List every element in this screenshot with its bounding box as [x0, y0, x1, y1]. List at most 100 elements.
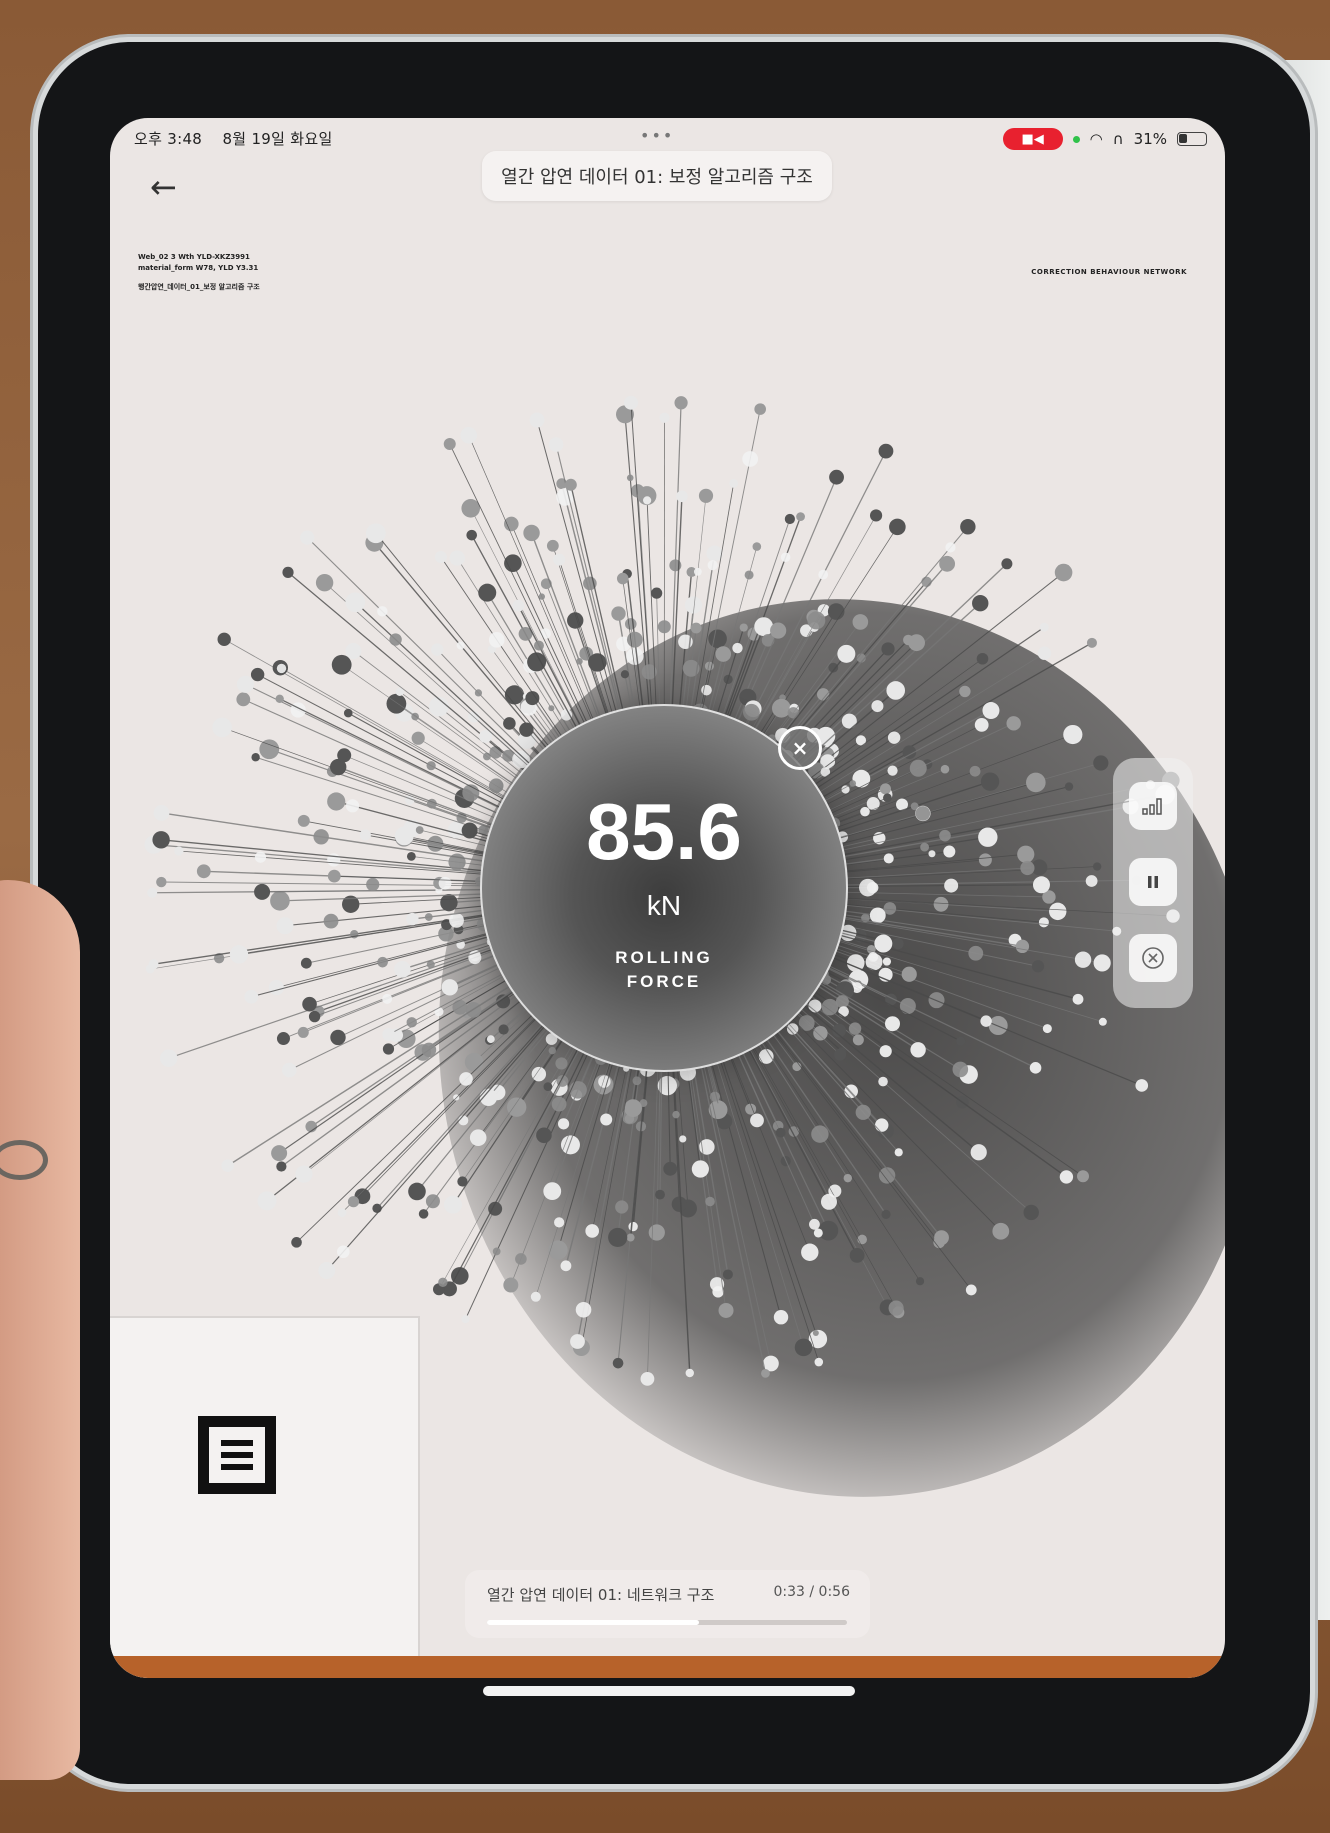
burst-node: [498, 1024, 509, 1035]
burst-node: [555, 1057, 568, 1070]
burst-node: [715, 646, 732, 662]
burst-node: [866, 797, 880, 811]
burst-node: [345, 592, 366, 613]
burst-node: [809, 1218, 820, 1230]
burst-node: [543, 1082, 553, 1092]
burst-node: [796, 512, 805, 522]
burst-node: [1023, 1204, 1039, 1221]
burst-node: [875, 1118, 889, 1132]
battery-percent: 31%: [1133, 130, 1167, 148]
burst-node: [1032, 876, 1050, 894]
burst-node: [474, 689, 483, 697]
progress-fill: [487, 1620, 700, 1625]
burst-node: [739, 623, 748, 632]
video-record-icon[interactable]: ■◀: [1002, 128, 1063, 150]
burst-node: [431, 643, 444, 656]
burst-node: [1020, 860, 1035, 876]
burst-node: [569, 1081, 587, 1099]
burst-node: [939, 829, 951, 842]
burst-node: [663, 1161, 678, 1176]
home-indicator[interactable]: [483, 1686, 855, 1696]
multitask-dots-icon[interactable]: •••: [640, 126, 674, 145]
burst-node: [330, 1029, 346, 1046]
burst-node: [1049, 902, 1067, 921]
burst-node: [940, 764, 950, 774]
burst-node: [852, 614, 869, 630]
burst-node: [244, 989, 259, 1004]
burst-node: [869, 907, 886, 924]
burst-node: [515, 1253, 527, 1265]
burst-node: [315, 573, 334, 592]
burst-node: [881, 642, 895, 656]
burst-node: [881, 1209, 891, 1220]
burst-node: [698, 488, 714, 503]
burst-node: [300, 957, 312, 969]
burst-node: [945, 542, 956, 553]
burst-node: [616, 572, 629, 585]
burst-node: [801, 1243, 819, 1261]
burst-node: [980, 772, 1000, 791]
doc-line: material_form W78, YLD Y3.31: [138, 264, 259, 272]
burst-node: [852, 1034, 864, 1046]
gauge-label: ROLLING FORCE: [482, 946, 846, 994]
status-time: 오후 3:48: [134, 130, 203, 148]
bar-chart-icon[interactable]: [1129, 782, 1177, 830]
burst-node: [820, 1193, 837, 1210]
burst-node: [564, 478, 577, 491]
burst-node: [449, 912, 464, 928]
burst-node: [857, 1234, 867, 1245]
media-player[interactable]: 열간 압연 데이터 01: 네트워크 구조 0:33 / 0:56: [465, 1570, 870, 1638]
burst-node: [718, 1302, 734, 1318]
burst-node: [878, 1076, 888, 1087]
burst-node: [691, 1160, 709, 1178]
progress-track[interactable]: [487, 1620, 847, 1625]
burst-node: [956, 1036, 966, 1046]
burst-node: [771, 698, 791, 718]
burst-node: [671, 1196, 688, 1212]
burst-node: [331, 654, 352, 675]
burst-node: [705, 1196, 715, 1207]
burst-node: [883, 902, 897, 915]
burst-node: [229, 945, 249, 964]
burst-node: [300, 530, 315, 545]
burst-node: [827, 603, 845, 620]
burst-node: [887, 765, 898, 776]
gauge-close-button[interactable]: ×: [778, 726, 822, 770]
burst-node: [295, 1165, 313, 1183]
side-control-panel: [1113, 758, 1193, 1008]
burst-node: [343, 708, 353, 718]
burst-node: [814, 1357, 824, 1367]
burst-node: [365, 523, 386, 544]
burst-node: [892, 938, 904, 950]
burst-node: [1037, 646, 1052, 660]
burst-node: [441, 979, 458, 996]
burst-node: [478, 583, 497, 602]
burst-node: [837, 644, 856, 663]
burst-node: [1042, 1024, 1052, 1034]
burst-node: [1098, 1017, 1107, 1026]
burst-node: [982, 702, 1000, 720]
burst-node: [323, 913, 339, 929]
burst-node: [879, 1045, 892, 1058]
burst-node: [1085, 875, 1098, 887]
burst-node: [461, 1315, 470, 1324]
burst-node: [489, 746, 502, 759]
burst-node: [883, 853, 894, 864]
burst-node: [910, 1042, 926, 1058]
burst-node: [443, 1195, 462, 1214]
arrow-left-icon[interactable]: ←: [150, 168, 177, 206]
burst-node: [531, 1066, 547, 1082]
burst-node: [626, 474, 634, 482]
burst-node: [297, 1026, 309, 1038]
burst-node: [560, 1260, 572, 1272]
burst-node: [523, 524, 540, 542]
burst-node: [486, 1035, 495, 1044]
burst-node: [359, 829, 371, 841]
pause-icon[interactable]: [1129, 858, 1177, 906]
burst-node: [576, 658, 583, 665]
burst-node: [236, 675, 255, 693]
burst-node: [148, 959, 159, 970]
doc-line: 행간압연_데이터_01_보정 알고리즘 구조: [138, 283, 260, 291]
close-circle-icon[interactable]: [1129, 934, 1177, 982]
burst-node: [812, 1329, 819, 1336]
